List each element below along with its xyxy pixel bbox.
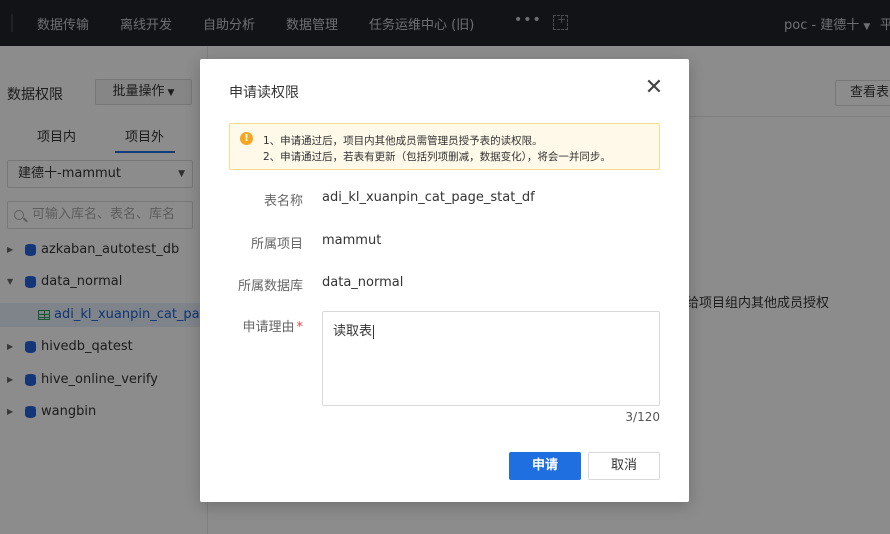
table-name-label: 表名称 (263, 194, 303, 209)
warning-icon: ! (240, 132, 253, 145)
database-value: data_normal (322, 275, 404, 290)
project-value: mammut (322, 233, 382, 248)
reason-text: 读取表 (333, 324, 373, 339)
dialog-title: 申请读权限 (229, 85, 299, 101)
reason-label-text: 申请理由 (242, 320, 295, 335)
char-counter: 3/120 (625, 410, 660, 424)
database-label: 所属数据库 (237, 279, 303, 294)
reason-textarea[interactable]: 读取表 (322, 311, 660, 406)
notice-line: 2、申请通过后，若表有更新（包括列项删减，数据变化），将会一并同步。 (263, 151, 611, 163)
notice-line: 1、申请通过后，项目内其他成员需管理员授予表的读权限。 (263, 135, 543, 147)
project-label: 所属项目 (250, 237, 303, 252)
required-mark: * (296, 320, 304, 335)
submit-button[interactable]: 申请 (509, 452, 581, 480)
notice-banner: ! 1、申请通过后，项目内其他成员需管理员授予表的读权限。 2、申请通过后，若表… (229, 123, 660, 170)
cancel-button[interactable]: 取消 (588, 452, 660, 480)
apply-read-permission-dialog: 申请读权限 ✕ ! 1、申请通过后，项目内其他成员需管理员授予表的读权限。 2、… (200, 59, 689, 502)
reason-label: 申请理由 * (242, 316, 303, 335)
close-icon[interactable]: ✕ (644, 77, 664, 99)
table-name-value: adi_kl_xuanpin_cat_page_stat_df (322, 190, 535, 205)
text-cursor (373, 324, 375, 339)
